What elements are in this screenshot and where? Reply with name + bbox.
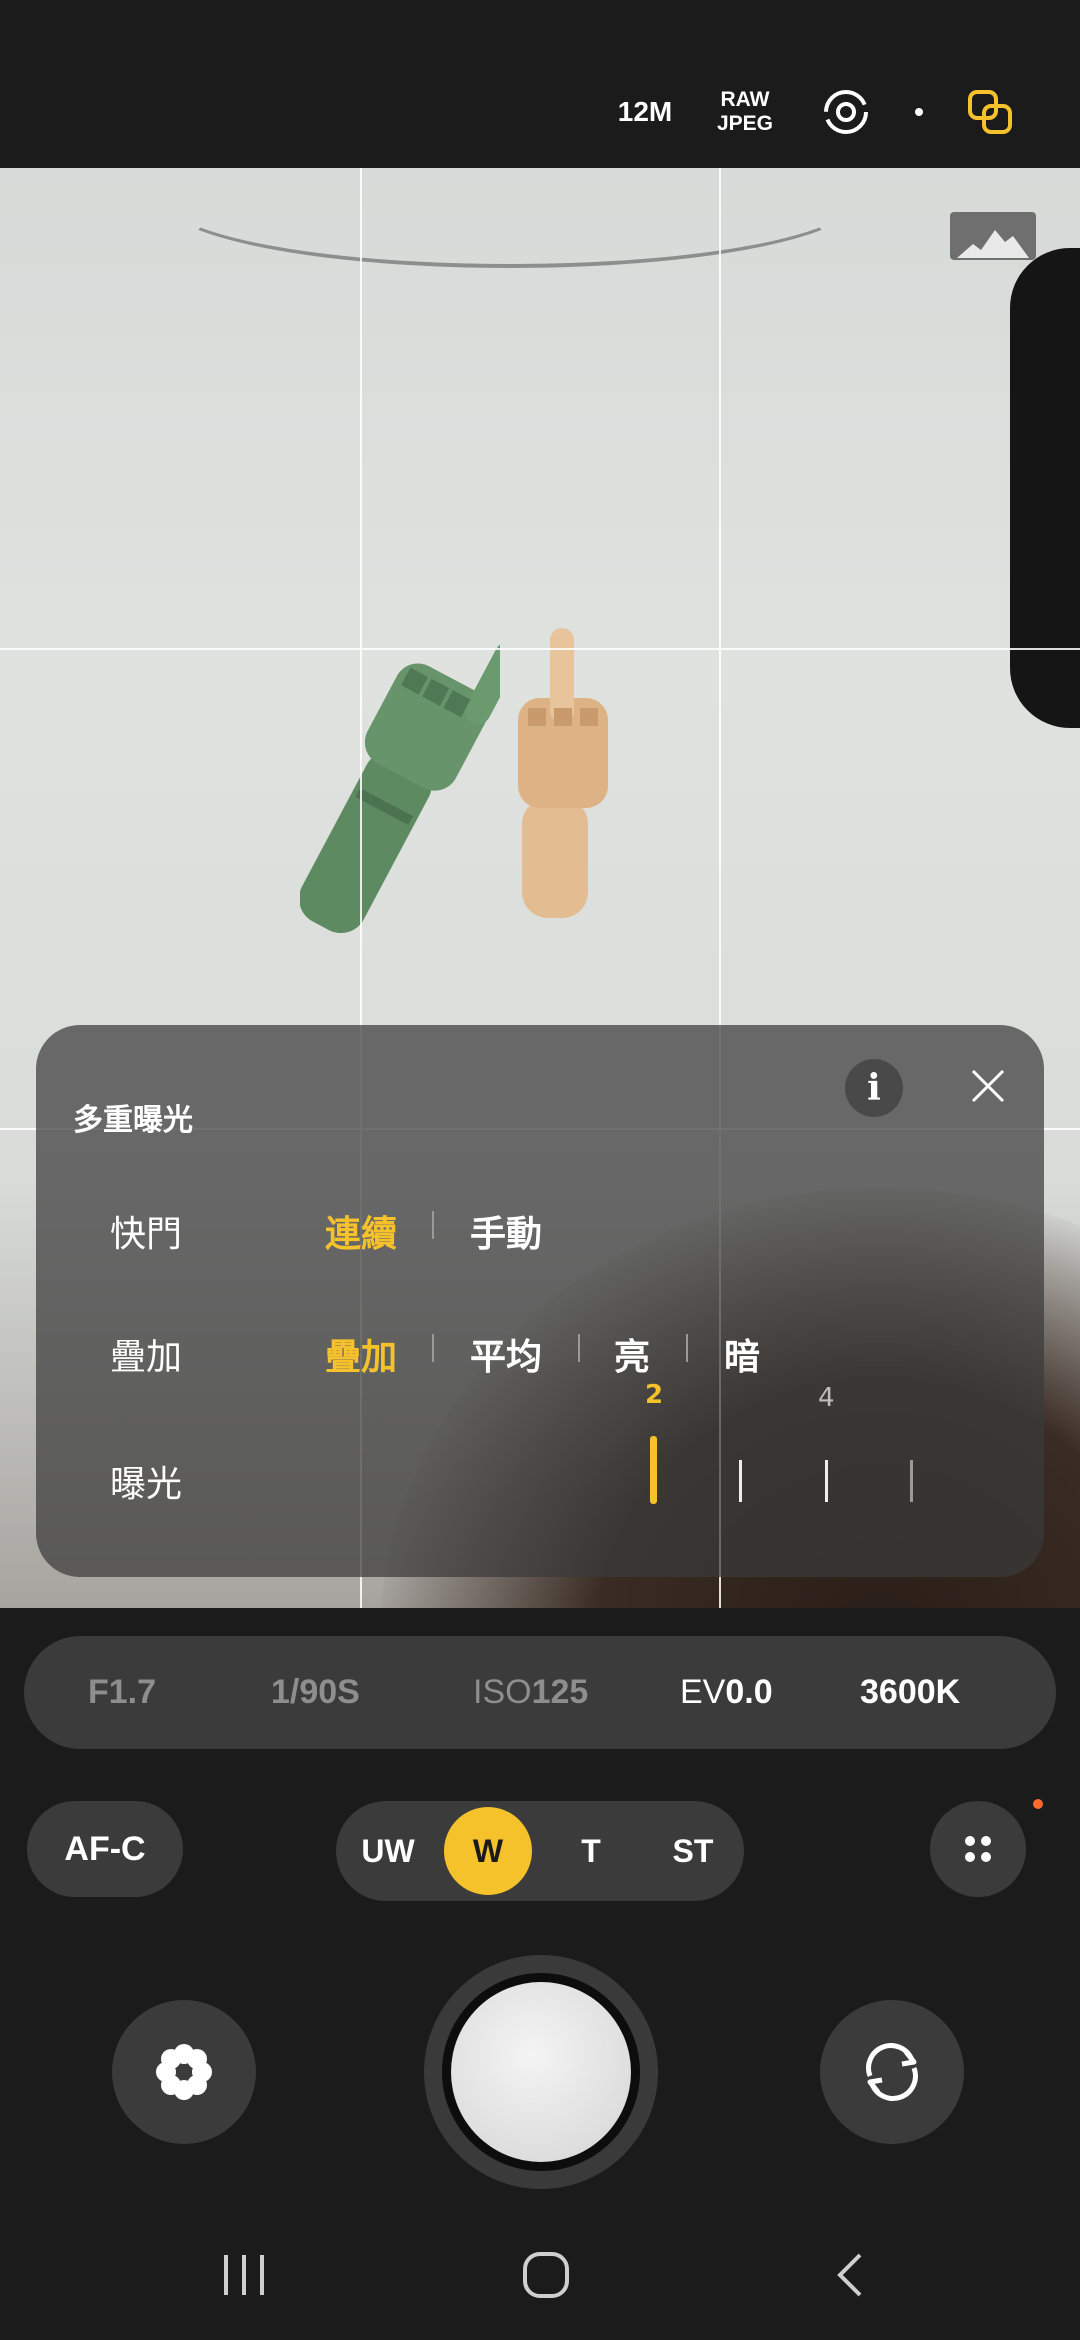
ev-value: 0.0 <box>725 1673 773 1711</box>
option-divider <box>578 1334 580 1362</box>
exposure-tick[interactable] <box>910 1460 913 1502</box>
more-options-icon[interactable] <box>930 1801 1026 1897</box>
format-line-1: RAW <box>720 88 770 111</box>
overlay-row-label: 疊加 <box>110 1337 183 1378</box>
iso-label: ISO <box>473 1673 532 1711</box>
shutter-option-continuous[interactable]: 連續 <box>325 1205 397 1257</box>
exposure-selected-value: 2 <box>645 1380 664 1410</box>
exposure-tick[interactable] <box>739 1460 742 1502</box>
lens-uw-button[interactable]: UW <box>344 1807 432 1895</box>
ev-button[interactable]: EV 0.0 <box>680 1665 773 1720</box>
af-mode-button[interactable]: AF-C <box>27 1801 183 1897</box>
shutter-button[interactable] <box>424 1955 658 2189</box>
shutter-speed-button[interactable]: 1/90S <box>271 1665 360 1720</box>
grid-line-horizontal <box>0 648 1080 650</box>
lens-t-button[interactable]: T <box>547 1807 635 1895</box>
white-balance-button[interactable]: 3600K <box>860 1665 960 1720</box>
aperture-button[interactable]: F1.7 <box>88 1665 156 1720</box>
effects-flower-icon[interactable] <box>112 2000 256 2144</box>
exposure-marker-value: 4 <box>818 1383 835 1413</box>
green-figure-hand-image <box>300 641 500 934</box>
dark-object <box>1010 248 1080 728</box>
lens-st-button[interactable]: ST <box>649 1807 737 1895</box>
shutter-speed-value: 1/90S <box>271 1673 360 1711</box>
overlay-option-add[interactable]: 疊加 <box>325 1328 397 1380</box>
exposure-row-label: 曝光 <box>110 1464 183 1505</box>
exposure-tick-selected[interactable] <box>650 1436 657 1504</box>
home-icon[interactable] <box>496 2240 596 2310</box>
multi-exposure-icon[interactable] <box>960 80 1020 144</box>
back-icon[interactable] <box>800 2240 900 2310</box>
histogram-icon[interactable] <box>950 212 1036 260</box>
overlay-option-dark[interactable]: 暗 <box>724 1328 760 1380</box>
resolution-button[interactable]: 12M <box>605 80 685 144</box>
shutter-row-label: 快門 <box>110 1214 183 1255</box>
panel-title: 多重曝光 <box>73 1103 193 1138</box>
iso-value: 125 <box>531 1673 589 1711</box>
lens-w-button[interactable]: W <box>444 1807 532 1895</box>
exposure-tick[interactable] <box>825 1460 828 1502</box>
iso-button[interactable]: ISO 125 <box>473 1665 588 1720</box>
cable-shadow <box>160 168 860 268</box>
aperture-value: F1.7 <box>88 1673 157 1711</box>
overlay-option-average[interactable]: 平均 <box>470 1328 542 1380</box>
option-divider <box>432 1211 434 1239</box>
dot-indicator-icon <box>910 80 928 144</box>
ev-label: EV <box>680 1673 726 1711</box>
camera-top-bar: 12M RAW JPEG <box>0 0 1080 168</box>
white-balance-value: 3600K <box>860 1673 961 1711</box>
tan-figure-hand-image <box>518 628 608 918</box>
overlay-option-bright[interactable]: 亮 <box>614 1328 650 1380</box>
format-button[interactable]: RAW JPEG <box>705 80 785 144</box>
close-icon[interactable] <box>960 1058 1016 1114</box>
format-line-2: JPEG <box>716 112 774 135</box>
shutter-button-rim <box>442 1973 640 2171</box>
info-icon[interactable]: i <box>845 1059 903 1117</box>
shutter-option-manual[interactable]: 手動 <box>470 1205 542 1257</box>
option-divider <box>686 1334 688 1362</box>
stabilization-icon[interactable] <box>818 80 874 144</box>
switch-camera-icon[interactable] <box>820 2000 964 2144</box>
notification-dot <box>1033 1799 1043 1809</box>
recent-apps-icon[interactable] <box>194 2240 294 2310</box>
shutter-button-face <box>451 1982 631 2162</box>
option-divider <box>432 1334 434 1362</box>
